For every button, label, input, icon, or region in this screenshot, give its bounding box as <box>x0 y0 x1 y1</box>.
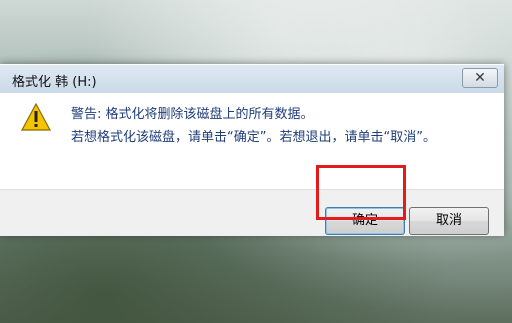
warning-icon <box>21 103 51 131</box>
dialog-footer: 确定 取消 <box>0 189 504 236</box>
red-highlight-box <box>316 165 406 220</box>
close-icon: ✕ <box>474 70 486 86</box>
cancel-button[interactable]: 取消 <box>409 207 489 235</box>
format-dialog: 格式化 韩 (H:) ✕ 警告: 格式化将删除该磁盘上的所有数据。 若想格式化该… <box>0 64 504 236</box>
dialog-content: 警告: 格式化将删除该磁盘上的所有数据。 若想格式化该磁盘，请单击“确定”。若想… <box>0 93 504 189</box>
warning-message: 警告: 格式化将删除该磁盘上的所有数据。 <box>71 107 314 122</box>
instruction-message: 若想格式化该磁盘，请单击“确定”。若想退出，请单击“取消”。 <box>71 130 436 145</box>
dialog-title: 格式化 韩 (H:) <box>12 75 97 90</box>
dialog-titlebar[interactable]: 格式化 韩 (H:) ✕ <box>0 64 504 93</box>
close-button[interactable]: ✕ <box>462 68 498 88</box>
